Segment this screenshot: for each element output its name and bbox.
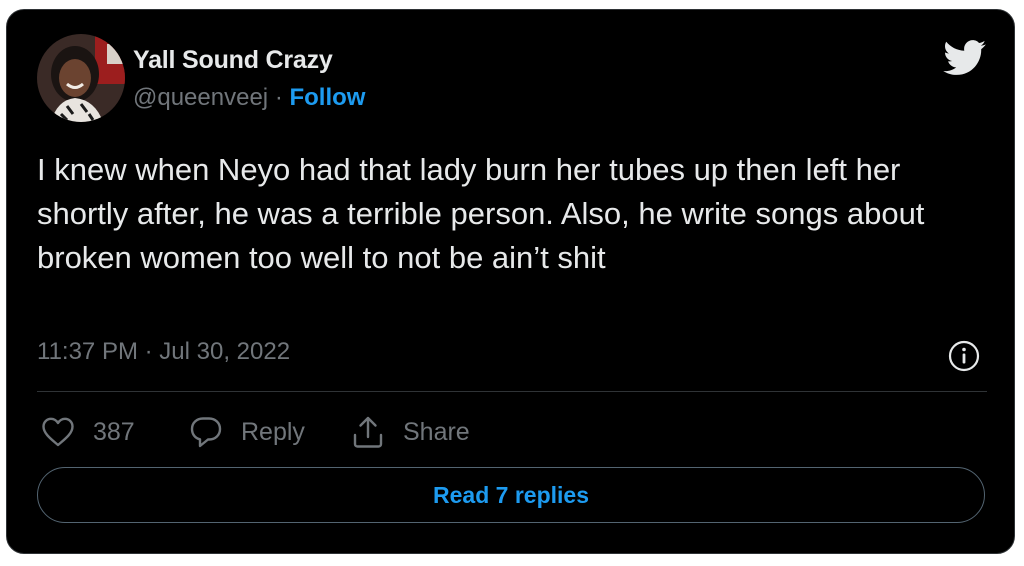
avatar-image [37,34,125,122]
share-button[interactable]: Share [351,414,470,450]
like-button[interactable]: 387 [41,414,135,450]
like-count: 387 [93,417,135,446]
tweet-date: Jul 30, 2022 [159,338,291,365]
twitter-bird-icon[interactable] [943,40,987,76]
speech-bubble-icon [190,417,222,448]
follow-button[interactable]: Follow [289,84,365,111]
heart-icon [42,417,74,447]
tweet-timestamp[interactable]: 11:37 PM · Jul 30, 2022 [37,338,290,366]
tweet-card: Yall Sound Crazy @queenveej · Follow I k… [6,9,1015,554]
author-handle[interactable]: @queenveej [133,84,268,111]
share-upload-icon [353,416,383,448]
reply-label: Reply [241,417,305,446]
author-name[interactable]: Yall Sound Crazy [133,46,333,75]
tweet-time: 11:37 PM [37,338,138,365]
share-label: Share [403,417,470,446]
handle-row: @queenveej · Follow [133,84,365,112]
reply-button[interactable]: Reply [189,414,305,450]
divider [37,391,987,392]
timestamp-separator: · [144,338,153,365]
tweet-text: I knew when Neyo had that lady burn her … [37,152,925,275]
info-icon[interactable] [948,340,980,372]
handle-separator: · [274,84,283,111]
avatar[interactable] [37,34,125,122]
read-replies-button[interactable]: Read 7 replies [37,467,985,523]
